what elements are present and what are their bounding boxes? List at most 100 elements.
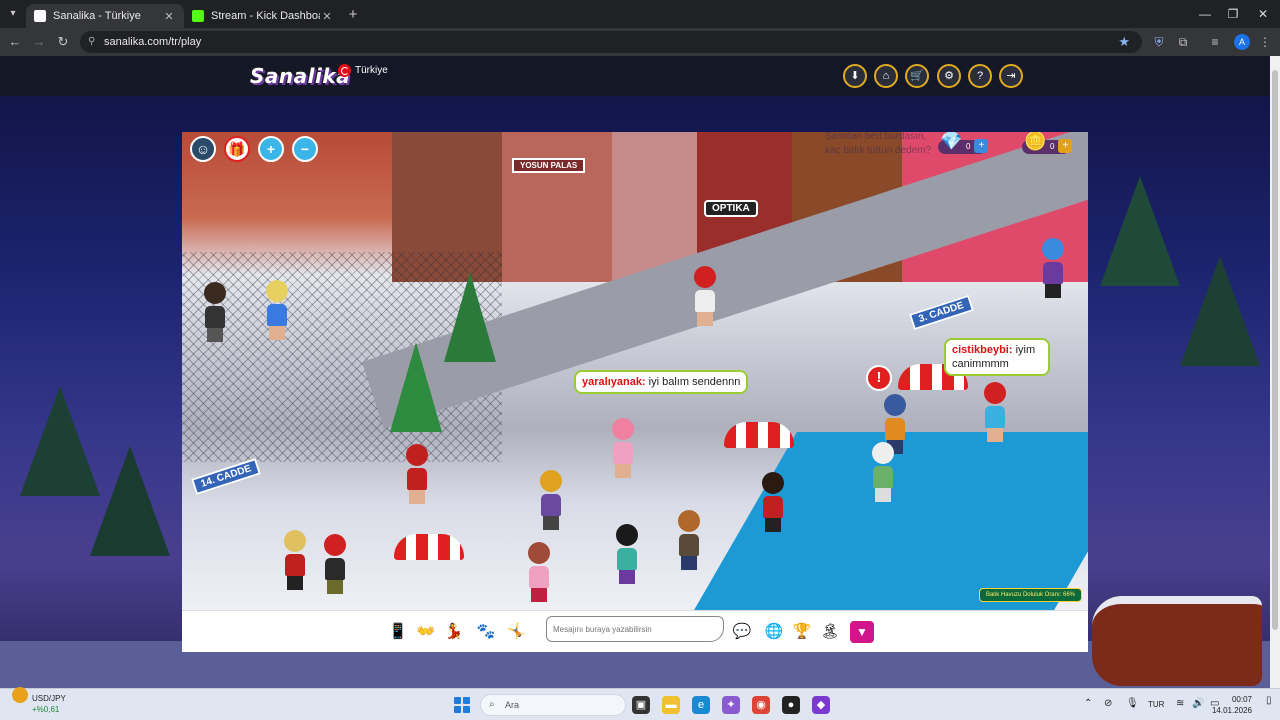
tab-sanalika[interactable]: Sanalika - Türkiye ✕ <box>26 4 184 28</box>
island-icon[interactable]: 🏝 <box>818 621 842 643</box>
menu-kebab-icon[interactable]: ⋮ <box>1256 33 1274 51</box>
background-tree <box>90 446 170 556</box>
close-tab-icon[interactable]: ✕ <box>162 10 176 23</box>
phone-icon[interactable]: 📱 <box>386 621 410 643</box>
chat-input[interactable] <box>546 616 724 642</box>
bubble-nick[interactable]: cistikbeybi: <box>952 344 1013 356</box>
address-bar[interactable]: ⚲ sanalika.com/tr/play ★ <box>80 31 1142 53</box>
page-scrollbar[interactable] <box>1270 56 1280 688</box>
avatar[interactable] <box>538 470 564 532</box>
avatar[interactable] <box>404 444 430 506</box>
beach-umbrella[interactable] <box>724 422 794 448</box>
avatar-cistikbeybi[interactable] <box>982 382 1008 444</box>
windows-start-icon[interactable] <box>454 697 470 713</box>
alert-icon[interactable]: ! <box>866 365 892 391</box>
wifi-icon[interactable]: ≋ <box>1176 698 1184 709</box>
reload-icon[interactable]: ↻ <box>54 33 72 51</box>
zoom-in-icon[interactable]: + <box>258 136 284 162</box>
task-view-icon[interactable]: ▣ <box>632 696 650 714</box>
download-button[interactable]: ⬇ <box>843 64 867 88</box>
gift-icon[interactable]: 🎁 <box>224 136 250 162</box>
beach-umbrella[interactable] <box>394 534 464 560</box>
edge-icon[interactable]: e <box>692 696 710 714</box>
bookmark-star-icon[interactable]: ★ <box>1118 31 1130 53</box>
region-selector[interactable]: Türkiye <box>338 64 388 77</box>
zoom-out-icon[interactable]: − <box>292 136 318 162</box>
avatar[interactable] <box>202 282 228 344</box>
add-gold-button[interactable]: + <box>1058 139 1073 153</box>
trophy-icon[interactable]: 🏆 <box>790 621 814 643</box>
copilot-icon[interactable]: ✦ <box>722 696 740 714</box>
language-indicator[interactable]: TUR <box>1148 700 1164 709</box>
menu-toggle-button[interactable]: ▼ <box>850 621 874 643</box>
site-info-icon[interactable]: ⚲ <box>88 31 95 53</box>
avatar[interactable] <box>676 510 702 572</box>
window-close-icon[interactable]: ✕ <box>1248 5 1278 23</box>
network-off-icon[interactable]: ⊘ <box>1104 698 1112 709</box>
dance-icon[interactable]: 💃 <box>442 621 466 643</box>
minimize-icon[interactable]: — <box>1190 5 1220 23</box>
avatar[interactable] <box>870 442 896 504</box>
tab-kick-dashboard[interactable]: Stream - Kick Dashboard ✕ <box>184 4 342 28</box>
os-taskbar: USD/JPY +%0,61 ⌕ Ara ▣ ▬ e ✦ ◉ ● ◆ ⌃ ⊘ 🎙… <box>0 687 1280 720</box>
kick-favicon-icon <box>192 10 204 22</box>
forward-icon[interactable]: → <box>30 33 48 51</box>
action-icon[interactable]: 🤸 <box>504 621 528 643</box>
browser-toolbar: ← → ↻ ⚲ sanalika.com/tr/play ★ ⛨ ⧉ ≡ A ⋮ <box>0 28 1280 56</box>
avatar[interactable] <box>614 524 640 586</box>
logout-button[interactable]: ⇥ <box>999 64 1023 88</box>
volume-icon[interactable]: 🔊 <box>1192 698 1204 709</box>
app-icon[interactable]: ◆ <box>812 696 830 714</box>
chrome-icon[interactable]: ◉ <box>752 696 770 714</box>
file-explorer-icon[interactable]: ▬ <box>662 696 680 714</box>
microphone-icon[interactable]: 🎙 <box>1126 698 1139 709</box>
help-button[interactable]: ? <box>968 64 992 88</box>
home-button[interactable]: ⌂ <box>874 64 898 88</box>
speech-bubble: cistikbeybi: iyim canimmmm <box>944 338 1050 376</box>
site-header: Sanalika Türkiye ⬇ ⌂ 🛒 ⚙ ? ⇥ <box>0 56 1270 96</box>
shield-extension-icon[interactable]: ⛨ <box>1150 33 1168 51</box>
settings-button[interactable]: ⚙ <box>937 64 961 88</box>
pet-icon[interactable]: 🐾 <box>474 621 498 643</box>
scrollbar-thumb[interactable] <box>1272 70 1278 630</box>
sign-yosun-palas: YOSUN PALAS <box>512 158 586 173</box>
emote-icon[interactable]: 👐 <box>414 621 438 643</box>
extensions-icon[interactable]: ⧉ <box>1174 33 1192 51</box>
ticker-change: +%0,61 <box>32 705 60 714</box>
avatar[interactable] <box>322 534 348 596</box>
notification-bell-icon[interactable]: ▯ <box>1266 695 1272 706</box>
diamond-counter: 💎 0 + <box>938 132 989 154</box>
tray-overflow-icon[interactable]: ⌃ <box>1084 698 1092 709</box>
chat-bubble-icon[interactable]: 💬 <box>730 621 754 643</box>
avatar-yaraliyanak[interactable] <box>610 418 636 480</box>
avatar[interactable] <box>282 530 308 592</box>
avatar[interactable] <box>264 280 290 342</box>
globe-icon[interactable]: 🌐 <box>762 621 786 643</box>
close-tab-icon[interactable]: ✕ <box>320 10 334 23</box>
gold-counter: 🪙 0 + <box>1022 132 1073 154</box>
profile-avatar[interactable]: A <box>1234 34 1250 50</box>
tab-search-icon[interactable]: ▾ <box>4 5 22 23</box>
maximize-icon[interactable]: ❐ <box>1218 5 1248 23</box>
fish-pool-status: Balık Havuzu Doluluk Oranı: 66% <box>978 588 1082 602</box>
avatar[interactable] <box>526 542 552 604</box>
system-clock[interactable]: 00:07 14.01.2026 <box>1212 694 1252 716</box>
player-avatar-icon[interactable]: ☺ <box>190 136 216 162</box>
media-controls-icon[interactable]: ≡ <box>1206 33 1224 51</box>
stock-widget-icon <box>12 687 28 703</box>
stock-widget[interactable]: USD/JPY +%0,61 <box>12 687 66 715</box>
avatar[interactable] <box>760 472 786 534</box>
add-diamond-button[interactable]: + <box>974 139 989 153</box>
bubble-nick[interactable]: yaralıyanak: <box>582 376 646 388</box>
avatar[interactable] <box>692 266 718 328</box>
obs-icon[interactable]: ● <box>782 696 800 714</box>
avatar[interactable] <box>1040 238 1066 300</box>
back-icon[interactable]: ← <box>6 33 24 51</box>
sanalika-logo[interactable]: Sanalika <box>250 64 350 88</box>
game-canvas[interactable]: YOSUN PALAS OPTIKA 3. CADDE 14. CADDE ! … <box>182 132 1088 610</box>
shop-button[interactable]: 🛒 <box>905 64 929 88</box>
taskbar-search[interactable]: ⌕ Ara <box>480 694 626 716</box>
new-tab-icon[interactable]: + <box>344 7 362 25</box>
chat-toolbar: 📱 👐 💃 🐾 🤸 💬 🌐 🏆 🏝 ▼ <box>182 610 1088 652</box>
clock-time: 00:07 <box>1231 695 1252 704</box>
